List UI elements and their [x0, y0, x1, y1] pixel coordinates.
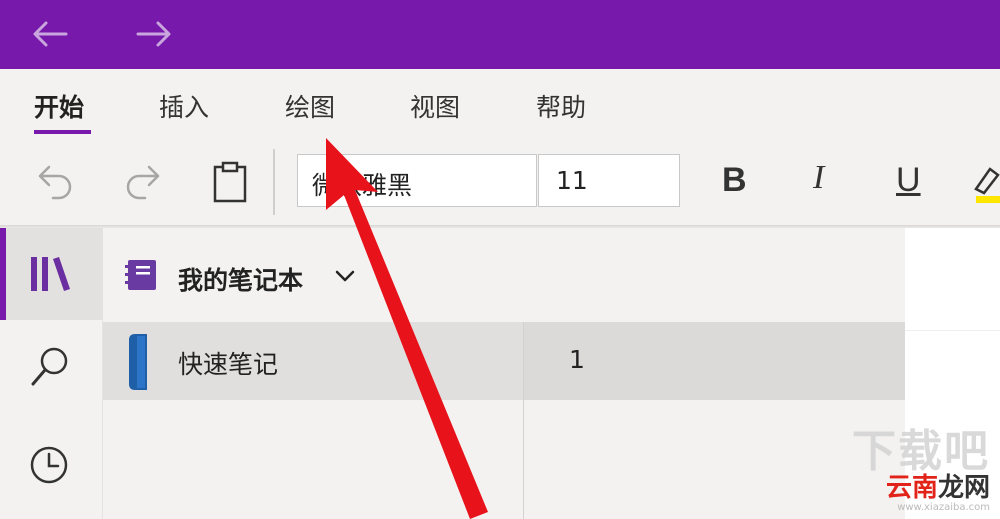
underline-button[interactable]: U — [896, 161, 921, 200]
clipboard-icon — [213, 161, 247, 203]
watermark-brand: 云南龙网 — [852, 474, 990, 502]
notebooks-button[interactable] — [0, 228, 103, 320]
watermark: 下载吧 云南龙网 www.xiazaiba.com — [852, 426, 990, 514]
watermark-url: www.xiazaiba.com — [897, 502, 990, 513]
column-divider — [523, 322, 524, 519]
redo-icon — [126, 165, 160, 200]
tab-view[interactable]: 视图 — [410, 88, 460, 124]
arrow-right-icon — [136, 21, 171, 47]
paste-button[interactable] — [212, 161, 248, 209]
redo-button[interactable] — [121, 161, 163, 205]
left-rail — [0, 228, 103, 519]
tab-home[interactable]: 开始 — [34, 88, 84, 124]
page-item[interactable]: 1 — [524, 322, 905, 400]
undo-icon — [38, 165, 72, 200]
back-button[interactable] — [30, 14, 70, 54]
section-tab-icon — [129, 334, 147, 390]
chevron-down-icon[interactable] — [334, 268, 356, 284]
forward-button[interactable] — [134, 14, 174, 54]
watermark-brand-red: 云南 — [885, 473, 938, 503]
active-tab-indicator — [34, 130, 91, 134]
ribbon-toolbar: 微软雅黑 11 B I U — [0, 141, 1000, 225]
notebook-title: 我的笔记本 — [178, 266, 304, 295]
search-button[interactable] — [0, 320, 103, 412]
bold-button[interactable]: B — [722, 161, 747, 200]
tab-help[interactable]: 帮助 — [536, 88, 586, 124]
tab-insert[interactable]: 插入 — [159, 88, 209, 124]
section-item-quick-notes[interactable]: 快速笔记 — [103, 322, 523, 400]
notebook-header[interactable]: 我的笔记本 — [103, 228, 905, 321]
notebook-icon — [125, 260, 156, 290]
watermark-main: 下载吧 — [852, 426, 990, 477]
watermark-brand-dark: 龙网 — [937, 473, 990, 503]
italic-button[interactable]: I — [813, 159, 824, 197]
title-bar — [0, 0, 1000, 69]
panel-empty-area — [103, 400, 905, 519]
clock-icon — [30, 446, 68, 484]
notebooks-icon — [31, 257, 70, 291]
recent-button[interactable] — [0, 420, 103, 512]
search-icon — [31, 347, 68, 386]
highlighter-icon — [974, 167, 1000, 203]
undo-button[interactable] — [35, 161, 77, 205]
font-size-input[interactable]: 11 — [538, 154, 680, 207]
arrow-left-icon — [33, 21, 68, 47]
font-name-input[interactable]: 微软雅黑 — [297, 154, 537, 207]
toolbar-divider — [273, 149, 275, 215]
ribbon-tabs: 开始 插入 绘图 视图 帮助 — [0, 69, 1000, 141]
highlight-button[interactable] — [970, 163, 1000, 211]
page-label: 1 — [569, 345, 585, 374]
canvas-guide-line — [905, 330, 1000, 331]
tab-draw[interactable]: 绘图 — [285, 88, 335, 124]
section-label: 快速笔记 — [178, 350, 279, 379]
